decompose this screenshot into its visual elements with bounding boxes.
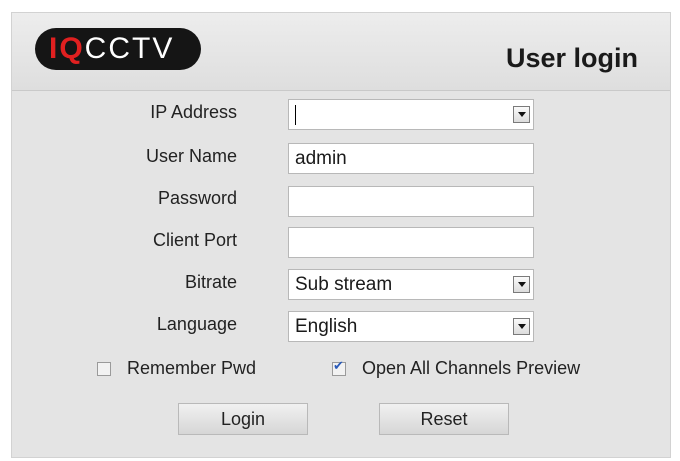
user-name-label: User Name [145, 146, 237, 166]
open-all-channels-label: Open All Channels Preview [362, 358, 581, 378]
bitrate-label: Bitrate [184, 272, 237, 292]
logo-prefix: IQ [49, 32, 85, 65]
login-dialog: IQ CCTV User login IP Address User Name a… [11, 12, 671, 458]
text-cursor [295, 104, 296, 125]
ip-address-combo[interactable] [288, 99, 534, 130]
open-all-channels-checkbox[interactable] [332, 359, 346, 376]
brand-logo: IQ CCTV [35, 28, 201, 70]
open-all-channels-option[interactable]: Open All Channels Preview [332, 358, 580, 379]
language-select[interactable]: English [288, 311, 534, 342]
bitrate-select[interactable]: Sub stream [288, 269, 534, 300]
ip-address-dropdown-button[interactable] [513, 106, 530, 123]
login-button[interactable]: Login [178, 403, 308, 435]
language-dropdown-button[interactable] [513, 318, 530, 335]
chevron-down-icon [517, 112, 526, 117]
remember-pwd-label: Remember Pwd [127, 358, 257, 378]
page-title: User login [505, 43, 638, 73]
reset-button[interactable]: Reset [379, 403, 509, 435]
logo-suffix: CCTV [84, 32, 175, 65]
client-port-input[interactable] [288, 227, 534, 258]
password-input[interactable] [288, 186, 534, 217]
bitrate-value: Sub stream [295, 274, 393, 295]
remember-pwd-checkbox[interactable] [97, 361, 111, 376]
user-name-input[interactable]: admin [288, 143, 534, 174]
client-port-label: Client Port [152, 230, 237, 250]
chevron-down-icon [517, 282, 526, 287]
chevron-down-icon [517, 324, 526, 329]
remember-pwd-option[interactable]: Remember Pwd [97, 358, 256, 379]
bitrate-dropdown-button[interactable] [513, 276, 530, 293]
language-label: Language [156, 314, 237, 334]
password-label: Password [157, 188, 237, 208]
dialog-header: IQ CCTV User login [12, 13, 670, 91]
language-value: English [295, 316, 358, 337]
ip-address-label: IP Address [150, 102, 237, 122]
